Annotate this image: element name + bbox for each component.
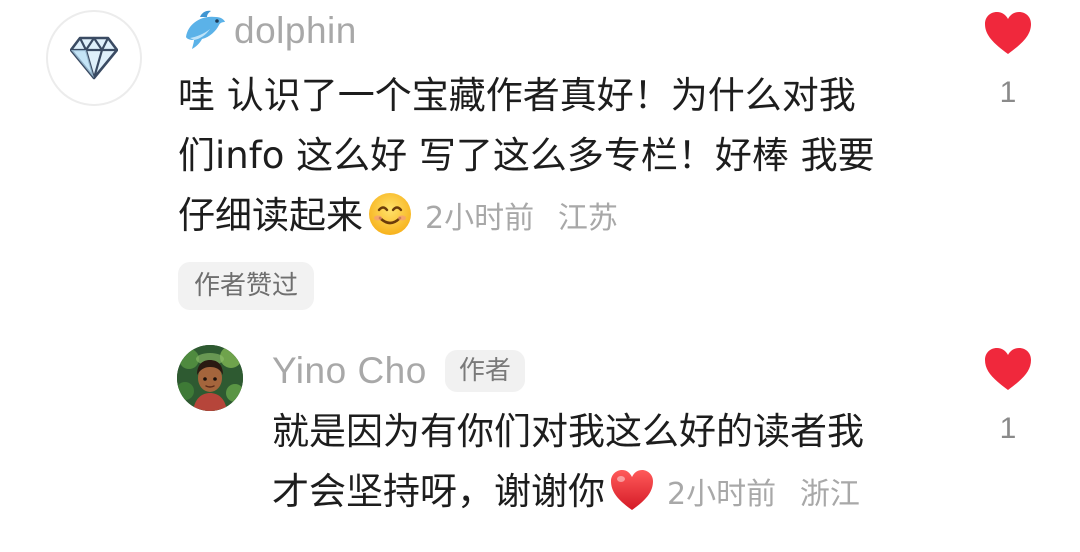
diamond-icon [70, 36, 118, 80]
heart-icon [985, 348, 1031, 390]
comment-text: 哇 认识了一个宝藏作者真好！为什么对我 们info 这么好 写了这么多专栏！好棒… [178, 66, 875, 249]
red-heart-emoji [611, 469, 653, 510]
reply-like-count: 1 [999, 412, 1017, 445]
comment-header: dolphin [180, 6, 357, 56]
reply-text: 就是因为有你们对我这么好的读者我 才会坚持呀，谢谢你 2小时前 浙江 [272, 402, 864, 525]
smiling-face-emoji [369, 192, 411, 235]
heart-icon [985, 12, 1031, 54]
reply-like-button[interactable]: 1 [978, 346, 1038, 446]
dolphin-icon [186, 10, 225, 49]
reply-header: Yino Cho 作者 [272, 346, 525, 396]
like-button[interactable]: 1 [978, 10, 1038, 110]
comment-line: 们info 这么好 写了这么多专栏！好棒 我要 [178, 134, 875, 177]
reply-username[interactable]: Yino Cho [272, 350, 427, 392]
username[interactable]: dolphin [234, 10, 357, 52]
comment-location: 江苏 [557, 201, 618, 236]
comment-last-line: 仔细读起来 2小时前 江苏 [178, 186, 875, 249]
reply-avatar[interactable] [177, 345, 243, 411]
reply-line: 就是因为有你们对我这么好的读者我 [272, 410, 864, 453]
reply-time: 2小时前 [667, 477, 777, 512]
comment-line: 仔细读起来 [178, 194, 363, 237]
author-tag: 作者 [444, 350, 525, 392]
illustrated-portrait-avatar [177, 345, 243, 411]
reply-location: 浙江 [799, 477, 860, 512]
author-liked-badge: 作者赞过 [178, 262, 315, 310]
reply-last-line: 才会坚持呀，谢谢你 2小时前 浙江 [272, 462, 864, 525]
user-avatar[interactable] [46, 10, 142, 106]
comment-time: 2小时前 [425, 201, 535, 236]
reply-line: 才会坚持呀，谢谢你 [272, 470, 605, 513]
comment-line: 哇 认识了一个宝藏作者真好！为什么对我 [178, 74, 856, 117]
like-count: 1 [999, 76, 1017, 109]
